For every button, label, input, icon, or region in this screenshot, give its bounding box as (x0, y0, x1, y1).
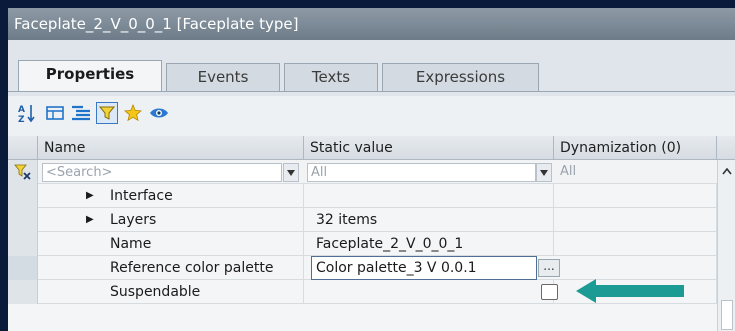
row-dynamization[interactable] (554, 184, 717, 208)
row-dynamization[interactable] (554, 232, 717, 256)
vertical-scrollbar[interactable] (717, 160, 735, 331)
filter-icon[interactable] (96, 102, 118, 124)
window-title: Faceplate_2_V_0_0_1 [Faceplate type] (8, 8, 735, 40)
row-dynamization[interactable] (554, 256, 717, 280)
scroll-up-icon[interactable] (720, 164, 734, 178)
tab-divider (8, 91, 735, 92)
row-name: ▶ Layers (38, 208, 304, 232)
row-value[interactable]: 32 items (304, 208, 554, 232)
column-header-static-value[interactable]: Static value (304, 136, 554, 160)
table-row[interactable]: ▶ Interface (8, 184, 735, 208)
table-row[interactable]: Name Faceplate_2_V_0_0_1 (8, 232, 735, 256)
row-value[interactable] (304, 184, 554, 208)
static-value-filter-dropdown[interactable] (536, 163, 552, 182)
favorite-star-icon[interactable] (122, 102, 144, 124)
row-gutter (8, 184, 38, 208)
tab-properties[interactable]: Properties (18, 60, 162, 92)
row-dynamization[interactable] (554, 208, 717, 232)
tab-texts[interactable]: Texts (284, 63, 378, 91)
tab-expressions[interactable]: Expressions (382, 63, 539, 91)
scroll-thumb[interactable] (721, 300, 733, 330)
column-header-name[interactable]: Name (38, 136, 304, 160)
search-name-input[interactable]: <Search> (42, 163, 282, 182)
row-value[interactable]: Faceplate_2_V_0_0_1 (304, 232, 554, 256)
expand-arrow-icon[interactable]: ▶ (86, 208, 94, 232)
name-filter-dropdown[interactable] (283, 163, 299, 182)
row-gutter (8, 232, 38, 256)
header-scroll-corner (717, 136, 735, 160)
row-name-label: Suspendable (38, 280, 304, 304)
row-name-label: Layers (110, 212, 157, 228)
row-name: ▶ Interface (38, 184, 304, 208)
group-icon[interactable] (44, 102, 66, 124)
table-row-selected[interactable]: Reference color palette Color palette_3 … (8, 256, 735, 280)
row-value (304, 280, 554, 304)
svg-text:A: A (18, 105, 25, 115)
filter-row: <Search> All All (8, 160, 735, 184)
header-gutter (8, 136, 38, 160)
tab-bar: Properties Events Texts Expressions (8, 40, 735, 96)
eye-icon[interactable] (148, 102, 170, 124)
clear-filter-icon[interactable] (8, 160, 38, 184)
sort-az-icon[interactable]: A Z (16, 102, 38, 124)
row-name-label: Name (38, 232, 304, 256)
row-gutter (8, 256, 38, 280)
row-gutter (8, 280, 38, 304)
column-header-dynamization[interactable]: Dynamization (0) (554, 136, 717, 160)
list-icon[interactable] (70, 102, 92, 124)
svg-text:Z: Z (18, 115, 25, 123)
tab-events[interactable]: Events (166, 63, 280, 91)
dynamization-filter[interactable]: All (557, 163, 715, 182)
table-row[interactable]: ▶ Layers 32 items (8, 208, 735, 232)
properties-toolbar: A Z (8, 96, 735, 136)
reference-color-palette-input[interactable]: Color palette_3 V 0.0.1 (311, 256, 537, 280)
static-value-filter[interactable]: All (307, 163, 536, 182)
annotation-arrow-icon (576, 279, 684, 303)
row-gutter (8, 208, 38, 232)
expand-arrow-icon[interactable]: ▶ (86, 184, 94, 208)
row-name-label: Reference color palette (38, 256, 304, 280)
